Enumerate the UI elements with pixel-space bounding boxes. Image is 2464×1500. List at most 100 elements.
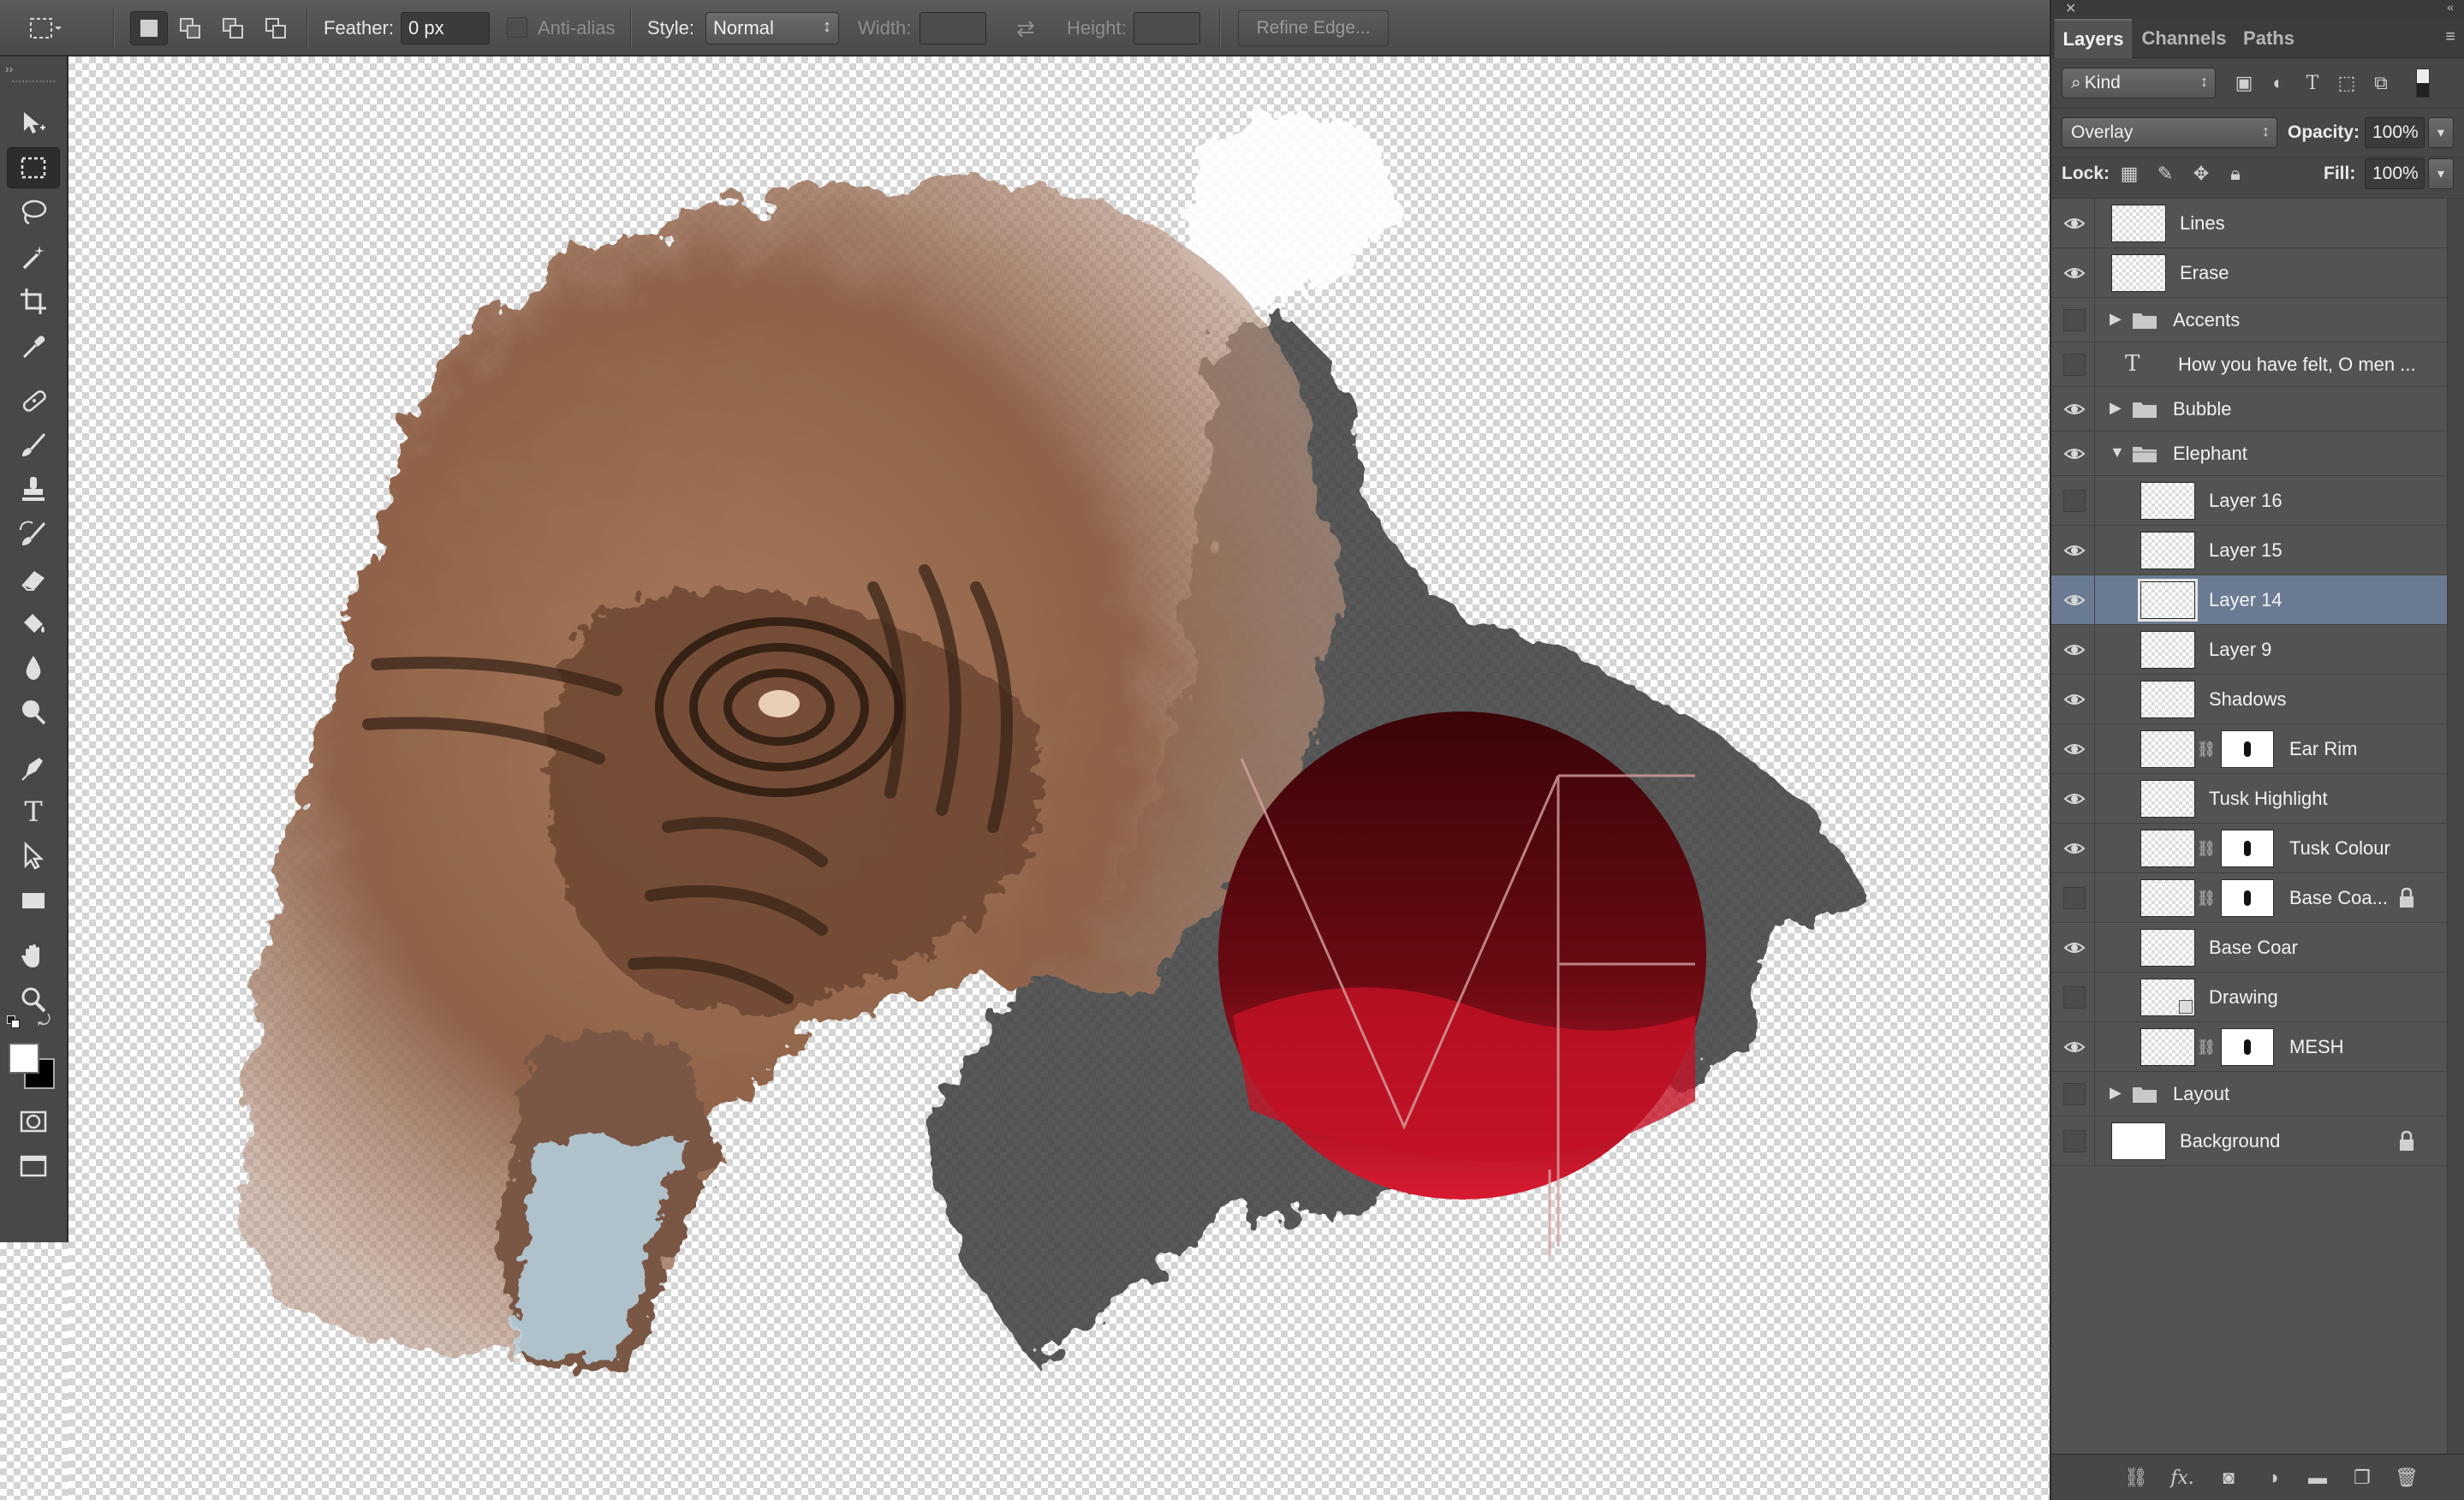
default-colors-icon[interactable] [7, 1015, 24, 1031]
blend-mode-select[interactable]: Overlay [2062, 117, 2277, 148]
tab-channels[interactable]: Channels [2137, 19, 2231, 58]
layer-row[interactable]: ⛓ Tusk Colour [2051, 824, 2447, 873]
filter-type-layers-icon[interactable]: T [2300, 70, 2325, 96]
path-selection-tool-icon[interactable] [7, 836, 60, 877]
visibility-eye-icon[interactable] [2063, 1036, 2086, 1058]
height-input[interactable] [1134, 12, 1200, 45]
foreground-color-swatch[interactable] [9, 1043, 39, 1074]
visibility-eye-icon[interactable] [2063, 788, 2086, 810]
filter-kind-select[interactable]: ⌕ Kind [2062, 68, 2216, 98]
visibility-eye-icon[interactable] [2063, 539, 2086, 562]
layer-row[interactable]: ▶ Bubble [2051, 387, 2447, 432]
document-canvas[interactable] [68, 57, 2050, 1500]
hand-tool-icon[interactable] [7, 935, 60, 976]
collapse-panel-icon[interactable]: « [2447, 0, 2454, 14]
collapsed-triangle-icon[interactable]: ▶ [2110, 1084, 2122, 1102]
layer-row[interactable]: Layer 14 [2051, 575, 2447, 625]
layer-row[interactable]: T How you have felt, O men ... [2051, 342, 2447, 387]
tab-paths[interactable]: Paths [2235, 19, 2303, 58]
lasso-tool-icon[interactable] [7, 192, 60, 233]
width-input[interactable] [920, 12, 986, 45]
color-swatches[interactable] [7, 1041, 58, 1092]
collapsed-triangle-icon[interactable]: ▶ [2110, 399, 2122, 417]
brush-tool-icon[interactable] [7, 425, 60, 466]
layer-mask-thumbnail[interactable] [2221, 1028, 2274, 1066]
new-layer-icon[interactable]: ❐ [2348, 1465, 2377, 1491]
layer-row[interactable]: Layer 16 [2051, 476, 2447, 526]
lock-all-icon[interactable]: 🔒︎ [2223, 161, 2248, 187]
layer-style-fx-icon[interactable]: fx. [2168, 1465, 2197, 1491]
layer-thumbnail[interactable] [2140, 830, 2195, 867]
delete-layer-icon[interactable]: 🗑︎ [2392, 1465, 2421, 1491]
opacity-dropdown[interactable]: ▾ [2428, 117, 2454, 148]
fill-input[interactable]: 100% [2365, 158, 2425, 189]
layer-thumbnail[interactable] [2140, 730, 2195, 768]
visibility-toggle-empty[interactable] [2063, 1083, 2086, 1105]
layer-mask-thumbnail[interactable] [2221, 879, 2274, 917]
panel-menu-icon[interactable]: ≡ [2445, 27, 2455, 47]
visibility-toggle-empty[interactable] [2063, 1130, 2086, 1152]
eyedropper-tool-icon[interactable] [7, 325, 60, 366]
style-select[interactable]: Normal [705, 12, 839, 45]
layer-thumbnail[interactable] [2140, 681, 2195, 718]
layer-row[interactable]: Layer 15 [2051, 526, 2447, 575]
history-brush-tool-icon[interactable] [7, 514, 60, 555]
link-layers-icon[interactable]: ⛓ [2122, 1465, 2151, 1491]
add-to-selection-button[interactable] [171, 11, 209, 45]
lock-position-icon[interactable]: ✥ [2188, 161, 2214, 187]
layer-thumbnail[interactable] [2140, 929, 2195, 967]
layer-thumbnail[interactable] [2140, 780, 2195, 818]
anti-alias-checkbox[interactable] [507, 17, 527, 38]
fill-dropdown[interactable]: ▾ [2428, 158, 2454, 189]
paint-bucket-tool-icon[interactable] [7, 603, 60, 644]
layer-row[interactable]: Layer 9 [2051, 625, 2447, 675]
tab-layers[interactable]: Layers [2055, 19, 2132, 58]
mask-link-icon[interactable]: ⛓ [2197, 1035, 2217, 1059]
feather-input[interactable]: 0 px [401, 12, 490, 45]
filter-adjustment-layers-icon[interactable]: ◐ [2265, 70, 2291, 96]
layer-row[interactable]: ▶ Layout [2051, 1072, 2447, 1116]
new-selection-button[interactable] [130, 11, 168, 45]
collapsed-triangle-icon[interactable]: ▶ [2110, 310, 2122, 328]
add-mask-icon[interactable]: ◙ [2214, 1465, 2243, 1491]
layer-row[interactable]: Tusk Highlight [2051, 774, 2447, 824]
dodge-tool-icon[interactable] [7, 692, 60, 733]
filter-smart-objects-icon[interactable]: ⧉ [2368, 70, 2394, 96]
layer-row[interactable]: ⛓ MESH [2051, 1022, 2447, 1072]
refine-edge-button[interactable]: Refine Edge... [1238, 10, 1389, 46]
layer-row[interactable]: Background [2051, 1116, 2447, 1166]
mask-link-icon[interactable]: ⛓ [2197, 836, 2217, 860]
layer-row[interactable]: Shadows [2051, 675, 2447, 724]
layer-row[interactable]: Drawing [2051, 973, 2447, 1022]
swap-colors-icon[interactable]: ⤾ [38, 1012, 51, 1030]
layer-row[interactable]: ⛓ Ear Rim [2051, 724, 2447, 774]
visibility-eye-icon[interactable] [2063, 937, 2086, 959]
visibility-toggle-empty[interactable] [2063, 354, 2086, 376]
lock-transparent-pixels-icon[interactable]: ▦ [2116, 161, 2142, 187]
lock-image-pixels-icon[interactable]: ✎ [2152, 161, 2178, 187]
blur-tool-icon[interactable] [7, 647, 60, 688]
visibility-eye-icon[interactable] [2063, 639, 2086, 661]
panel-grip[interactable] [12, 80, 55, 86]
layer-thumbnail[interactable] [2111, 254, 2166, 292]
new-group-icon[interactable]: ▬ [2303, 1465, 2332, 1491]
visibility-eye-icon[interactable] [2063, 688, 2086, 711]
visibility-toggle-empty[interactable] [2063, 887, 2086, 909]
layer-row[interactable]: Lines [2051, 199, 2447, 248]
filter-toggle-switch[interactable] [2416, 68, 2430, 98]
pen-tool-icon[interactable] [7, 747, 60, 788]
layer-thumbnail[interactable] [2140, 631, 2195, 669]
visibility-eye-icon[interactable] [2063, 589, 2086, 611]
layer-thumbnail[interactable] [2138, 579, 2198, 622]
crop-tool-icon[interactable] [7, 281, 60, 322]
mask-link-icon[interactable]: ⛓ [2197, 737, 2217, 761]
intersect-selection-button[interactable] [257, 11, 295, 45]
zoom-tool-icon[interactable] [7, 979, 60, 1021]
screen-mode-icon[interactable] [7, 1146, 60, 1187]
layer-thumbnail[interactable] [2140, 482, 2195, 520]
layer-row[interactable]: ▶ Accents [2051, 298, 2447, 342]
filter-pixel-layers-icon[interactable]: ▣ [2231, 70, 2257, 96]
layer-thumbnail[interactable] [2140, 1028, 2195, 1066]
mask-link-icon[interactable]: ⛓ [2197, 886, 2217, 910]
rectangle-tool-icon[interactable] [7, 880, 60, 921]
